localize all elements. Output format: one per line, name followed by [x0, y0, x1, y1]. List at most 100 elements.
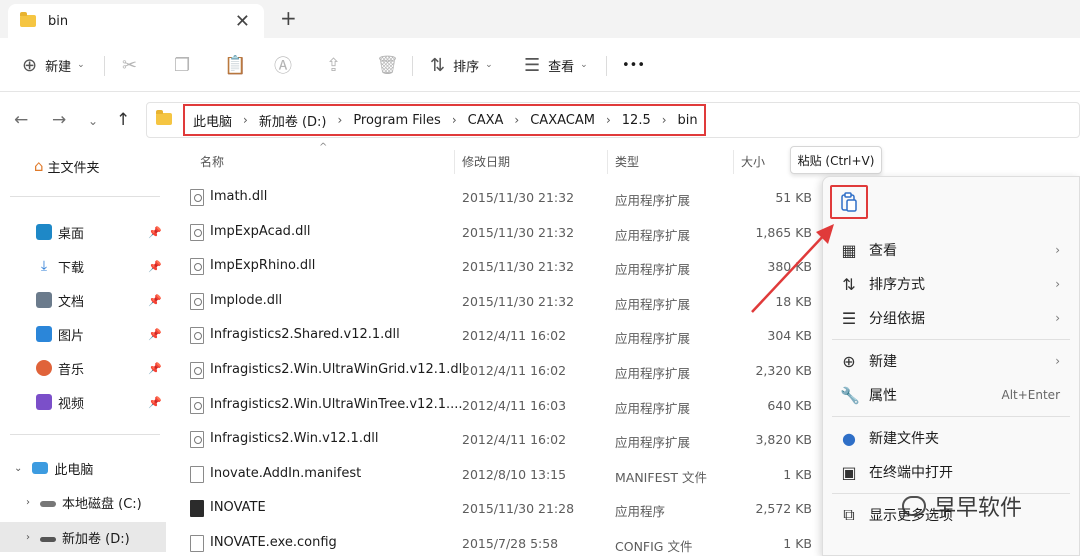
chevron-right-icon[interactable]: ›	[243, 113, 248, 127]
file-row[interactable]: INOVATE.exe.config 2015/7/28 5:58 CONFIG 文…	[166, 526, 826, 556]
chevron-right-icon[interactable]: ›	[514, 113, 519, 127]
breadcrumb-item[interactable]: 12.5	[622, 113, 651, 128]
file-size: 18 KB	[775, 293, 812, 309]
file-size: 1 KB	[783, 466, 812, 482]
chevron-right-icon[interactable]: ›	[338, 113, 343, 127]
file-name: Inovate.AddIn.manifest	[210, 465, 362, 481]
menu-item-label: 在终端中打开	[869, 465, 953, 481]
sort-button[interactable]: ⇅ 排序 ⌄	[430, 50, 493, 80]
pin-icon[interactable]: 📌	[148, 260, 162, 273]
file-row[interactable]: INOVATE 2015/11/30 21:28 应用程序 2,572 KB	[166, 491, 826, 525]
up-arrow-icon[interactable]: ↑	[116, 110, 130, 130]
cut-button[interactable]: ✂	[122, 50, 145, 80]
terminal-icon: ▣	[841, 462, 857, 482]
chevron-right-icon[interactable]: ›	[26, 532, 30, 543]
recent-chevron-icon[interactable]: ⌄	[88, 114, 98, 128]
column-divider[interactable]	[733, 150, 734, 174]
pin-icon[interactable]: 📌	[148, 396, 162, 409]
sort-label: 排序	[453, 59, 480, 75]
new-tab-icon[interactable]: +	[280, 6, 297, 30]
sidebar-item-documents[interactable]: 文档 📌	[0, 288, 166, 312]
breadcrumb-item[interactable]: Program Files	[353, 113, 441, 128]
file-row[interactable]: Infragistics2.Win.UltraWinGrid.v12.1.dll…	[166, 353, 826, 387]
menu-item-properties[interactable]: 🔧 属性 Alt+Enter	[822, 378, 1080, 412]
menu-item-label: 新建	[869, 354, 897, 370]
view-button[interactable]: ☰ 查看 ⌄	[524, 50, 588, 80]
sidebar-item-this-pc[interactable]: ⌄ 此电脑	[0, 456, 166, 480]
file-date: 2015/11/30 21:28	[462, 501, 575, 517]
chevron-right-icon[interactable]: ›	[26, 497, 30, 508]
chevron-down-icon[interactable]: ⌄	[14, 463, 22, 474]
pin-icon[interactable]: 📌	[148, 226, 162, 239]
column-header-date[interactable]: 修改日期	[462, 153, 510, 183]
file-row[interactable]: ImpExpRhino.dll 2015/11/30 21:32 应用程序扩展 380…	[166, 249, 826, 283]
column-header-size[interactable]: 大小	[741, 153, 765, 183]
tab-bin[interactable]: bin ✕	[8, 4, 264, 38]
file-size: 2,572 KB	[755, 501, 812, 517]
file-size: 3,820 KB	[755, 432, 812, 448]
file-row[interactable]: Inovate.AddIn.manifest 2012/8/10 13:15 MAN…	[166, 457, 826, 491]
menu-item-group-by[interactable]: ☰ 分组依据 ›	[822, 301, 1080, 335]
column-header-name[interactable]: 名称	[200, 153, 224, 183]
file-type: 应用程序扩展	[615, 366, 691, 381]
file-type: 应用程序扩展	[615, 193, 691, 208]
file-row[interactable]: Infragistics2.Win.UltraWinTree.v12.1....…	[166, 388, 826, 422]
file-date: 2015/7/28 5:58	[462, 536, 559, 551]
sidebar-item-videos[interactable]: 视频 📌	[0, 390, 166, 414]
file-row[interactable]: ImpExpAcad.dll 2015/11/30 21:32 应用程序扩展 1,86…	[166, 215, 826, 249]
menu-item-sort-by[interactable]: ⇅ 排序方式 ›	[822, 267, 1080, 301]
sidebar-item-home[interactable]: ⌂ 主文件夹	[0, 154, 166, 178]
breadcrumb-item[interactable]: CAXACAM	[530, 113, 595, 128]
breadcrumb-item[interactable]: 新加卷 (D:)	[259, 111, 327, 130]
menu-item-label: 属性	[869, 388, 897, 404]
menu-item-open-terminal[interactable]: ▣ 在终端中打开	[822, 455, 1080, 489]
new-button[interactable]: ⊕ 新建 ⌄	[22, 50, 85, 80]
breadcrumb-item[interactable]: bin	[678, 113, 698, 128]
breadcrumb: 此电脑 › 新加卷 (D:) › Program Files › CAXA › CAXA…	[183, 104, 706, 136]
sidebar-item-music[interactable]: 音乐 📌	[0, 356, 166, 380]
chevron-right-icon[interactable]: ›	[452, 113, 457, 127]
chevron-down-icon: ⌄	[77, 60, 85, 70]
file-type: 应用程序扩展	[615, 331, 691, 347]
menu-item-view[interactable]: ▦ 查看 ›	[822, 233, 1080, 267]
pin-icon[interactable]: 📌	[148, 328, 162, 341]
copy-button[interactable]: ❐	[174, 50, 198, 80]
file-row[interactable]: Implode.dll 2015/11/30 21:32 应用程序扩展 18 KB	[166, 284, 826, 318]
breadcrumb-item[interactable]: 此电脑	[193, 111, 232, 130]
close-tab-icon[interactable]: ✕	[235, 11, 250, 32]
sidebar-item-desktop[interactable]: 桌面 📌	[0, 220, 166, 244]
sidebar-item-downloads[interactable]: ⤓ 下载 📌	[0, 254, 166, 278]
pin-icon[interactable]: 📌	[148, 362, 162, 375]
menu-item-new-folder[interactable]: ● 新建文件夹	[822, 421, 1080, 455]
column-header-type[interactable]: 类型	[615, 153, 639, 183]
rename-button[interactable]: Ⓐ	[274, 50, 300, 80]
paste-toolbar-button[interactable]: 📋	[224, 50, 254, 80]
back-arrow-icon[interactable]: ←	[14, 110, 28, 130]
delete-button[interactable]: 🗑	[376, 50, 407, 80]
breadcrumb-item[interactable]: CAXA	[468, 113, 504, 128]
pin-icon[interactable]: 📌	[148, 294, 162, 307]
chevron-right-icon[interactable]: ›	[662, 113, 667, 127]
more-button[interactable]: •••	[622, 50, 645, 80]
paste-button[interactable]	[830, 185, 868, 219]
sidebar-item-drive-d[interactable]: › 新加卷 (D:)	[0, 522, 166, 552]
column-divider[interactable]	[607, 150, 608, 174]
chevron-right-icon[interactable]: ›	[606, 113, 611, 127]
menu-item-new[interactable]: ⊕ 新建 ›	[822, 344, 1080, 378]
file-row[interactable]: Infragistics2.Shared.v12.1.dll 2012/4/11 …	[166, 318, 826, 352]
file-row[interactable]: Infragistics2.Win.v12.1.dll 2012/4/11 16:…	[166, 422, 826, 456]
file-date: 2012/4/11 16:02	[462, 363, 567, 378]
dll-file-icon	[190, 189, 204, 206]
column-divider[interactable]	[454, 150, 455, 174]
file-row[interactable]: Imath.dll 2015/11/30 21:32 应用程序扩展 51 KB	[166, 180, 826, 214]
home-icon: ⌂	[34, 157, 44, 175]
toolbar-divider	[104, 56, 105, 76]
clipboard-icon: 📋	[224, 54, 247, 76]
file-size: 380 KB	[767, 259, 812, 275]
forward-arrow-icon[interactable]: →	[52, 110, 66, 130]
share-button[interactable]: ⇪	[326, 50, 349, 80]
wrench-icon: 🔧	[840, 385, 860, 405]
sidebar-item-drive-c[interactable]: › 本地磁盘 (C:)	[0, 490, 166, 514]
sidebar-item-pictures[interactable]: 图片 📌	[0, 322, 166, 346]
file-type: 应用程序扩展	[615, 227, 691, 243]
